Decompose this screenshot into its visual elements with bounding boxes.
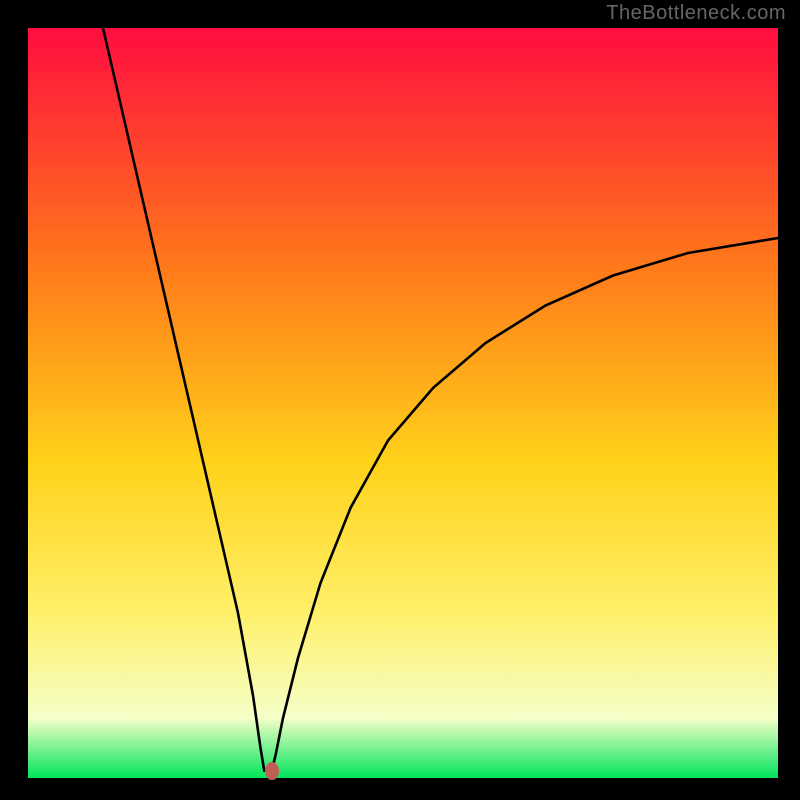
minimum-marker [265,762,279,780]
chart-frame: TheBottleneck.com [0,0,800,800]
watermark-text: TheBottleneck.com [606,2,786,25]
gradient-background [28,28,778,778]
bottleneck-plot [28,28,778,778]
